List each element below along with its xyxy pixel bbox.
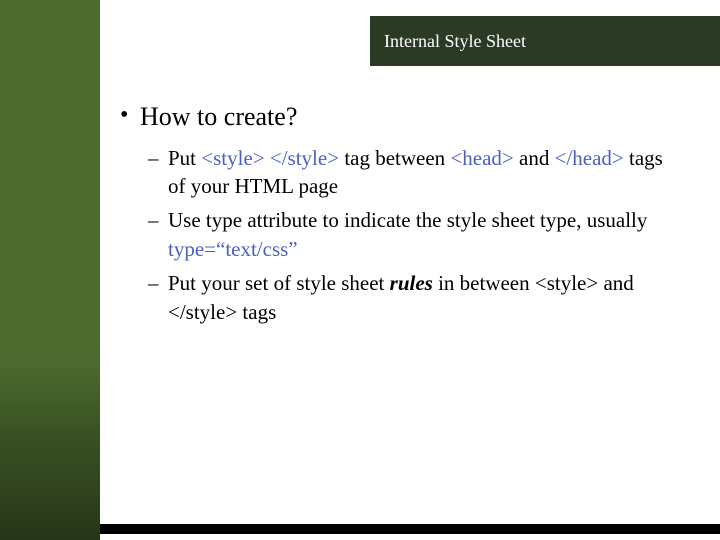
text: and: [514, 146, 555, 170]
title-band: Internal Style Sheet: [370, 16, 720, 66]
bullet-level2: Put your set of style sheet rules in bet…: [140, 269, 680, 326]
bottom-bar: [100, 524, 720, 534]
keyword: <head>: [450, 146, 513, 170]
left-sidebar-gradient: [0, 360, 100, 540]
keyword: <style> </style>: [201, 146, 339, 170]
bullet-level1: How to create? Put <style> </style> tag …: [120, 100, 680, 326]
text: tag between: [339, 146, 450, 170]
emphasis: rules: [390, 271, 433, 295]
bullet-heading: How to create?: [140, 102, 297, 131]
keyword: </head>: [555, 146, 624, 170]
slide-content: How to create? Put <style> </style> tag …: [120, 100, 680, 332]
slide-title: Internal Style Sheet: [370, 31, 526, 52]
bullet-level2: Use type attribute to indicate the style…: [140, 206, 680, 263]
text: Use type attribute to indicate the style…: [168, 208, 647, 232]
bullet-level2: Put <style> </style> tag between <head> …: [140, 144, 680, 201]
keyword: type=“text/css”: [168, 237, 298, 261]
text: Put your set of style sheet: [168, 271, 390, 295]
text: Put: [168, 146, 201, 170]
